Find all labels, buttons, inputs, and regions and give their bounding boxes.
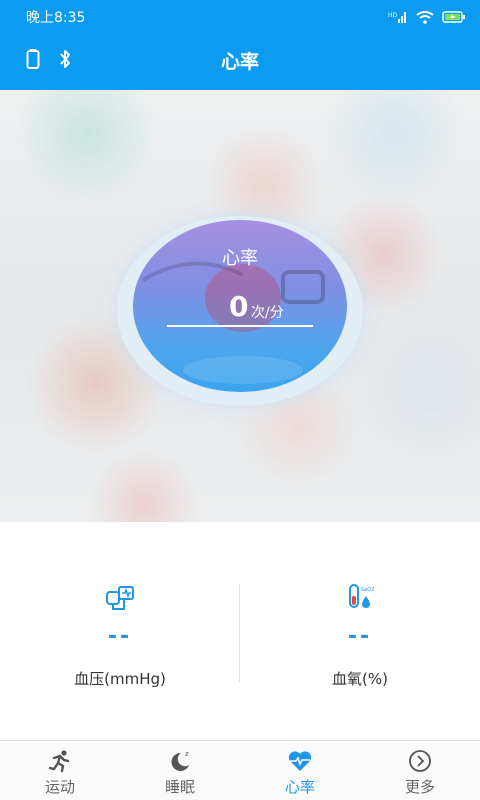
- bottom-nav: 运动 z 睡眠 心率 更多: [0, 740, 480, 800]
- blood-oxygen-value: --: [347, 624, 373, 649]
- nav-item-more[interactable]: 更多: [360, 741, 480, 800]
- nav-label-sleep: 睡眠: [164, 778, 195, 796]
- heart-rate-value: 0: [229, 290, 249, 323]
- sleep-moon-icon: z: [171, 750, 189, 771]
- heart-rate-icon: [288, 751, 312, 771]
- wifi-icon: [416, 10, 434, 24]
- nav-item-sport[interactable]: 运动: [0, 741, 120, 800]
- blood-oxygen-label: 血氧(%): [332, 670, 388, 688]
- gauge-label: 心率: [222, 248, 258, 269]
- blood-pressure-value: --: [107, 624, 133, 649]
- hero-background: 心率 0 次/分: [0, 90, 480, 522]
- status-bar: 晚上8:35 HD: [0, 0, 480, 34]
- hd-signal-icon: HD: [388, 12, 406, 23]
- status-time: 晚上8:35: [26, 10, 86, 26]
- blood-oxygen-icon: SaO2: [349, 584, 374, 608]
- blood-pressure-label: 血压(mmHg): [74, 670, 166, 688]
- battery-charging-icon: [442, 11, 465, 23]
- metrics-panel: -- 血压(mmHg) SaO2 -- 血氧(%): [0, 522, 480, 740]
- nav-item-sleep[interactable]: z 睡眠: [120, 741, 240, 800]
- more-chevron-icon: [409, 750, 431, 772]
- nav-label-sport: 运动: [44, 778, 75, 796]
- svg-text:HD: HD: [388, 12, 398, 19]
- gauge-underline: [167, 325, 313, 327]
- nav-label-heart-rate: 心率: [284, 778, 315, 796]
- blood-pressure-icon: [106, 586, 134, 610]
- nav-label-more: 更多: [404, 778, 435, 796]
- blood-pressure-metric[interactable]: -- 血压(mmHg): [0, 582, 240, 689]
- svg-text:SaO2: SaO2: [361, 587, 374, 593]
- nav-item-heart-rate[interactable]: 心率: [240, 741, 360, 800]
- status-icons: HD: [388, 10, 466, 24]
- app-header: 心率: [0, 34, 480, 90]
- blood-oxygen-metric[interactable]: SaO2 -- 血氧(%): [240, 582, 480, 689]
- svg-text:z: z: [185, 750, 189, 758]
- heart-rate-unit: 次/分: [251, 305, 284, 321]
- running-icon: [48, 750, 70, 773]
- page-title: 心率: [220, 51, 259, 73]
- heart-rate-gauge[interactable]: 心率 0 次/分: [133, 220, 347, 392]
